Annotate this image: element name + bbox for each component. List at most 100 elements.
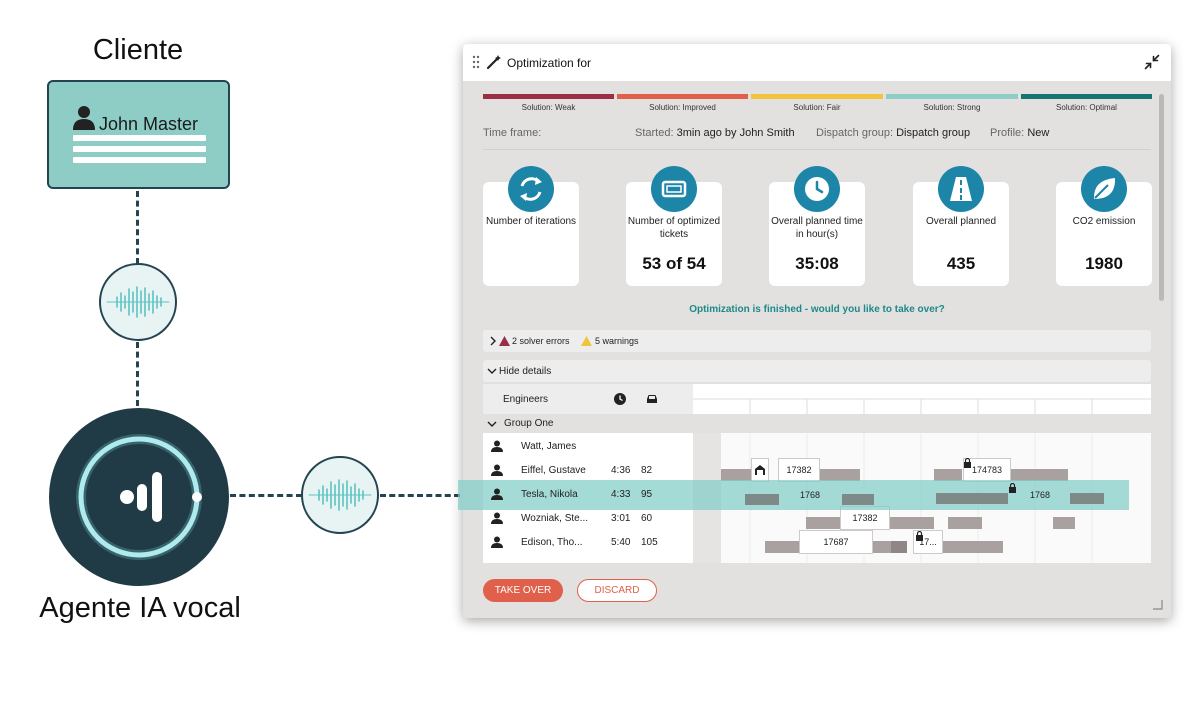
gantt-ticket[interactable]: 17382 (778, 458, 820, 482)
engineer-name: Edison, Tho... (521, 537, 583, 548)
gantt-bar[interactable] (842, 494, 874, 505)
time-frame-label: Time frame: (483, 127, 542, 139)
gantt-bar[interactable] (1070, 493, 1104, 504)
car-icon[interactable] (645, 393, 659, 405)
person-icon (491, 440, 503, 452)
group-name: Group One (504, 418, 554, 429)
gantt-grid (693, 398, 1151, 414)
gantt-bar[interactable] (765, 541, 799, 553)
kpi-label: Overall planned (925, 216, 997, 227)
audio-wave-bubble (301, 456, 379, 534)
kpi-value: 35:08 (795, 254, 839, 273)
discard-button[interactable]: DISCARD (577, 579, 657, 602)
hide-details-toggle[interactable]: Hide details (483, 360, 1151, 382)
engineer-name: Watt, James (521, 441, 577, 452)
engineer-row-selected[interactable]: Tesla, Nikola 4:33 95 1768 1768 (458, 480, 1129, 510)
agent-label: Agente IA vocal (39, 592, 241, 624)
person-icon (73, 106, 95, 130)
chevron-right-icon[interactable] (489, 336, 497, 346)
voice-agent-icon (76, 434, 202, 560)
engineer-time: 3:01 (611, 513, 631, 524)
magic-wand-icon (486, 55, 501, 70)
started-info: Started: 3min ago by John Smith (635, 127, 795, 139)
clock-icon[interactable] (614, 393, 626, 405)
solution-label: Solution: Strong (923, 103, 981, 112)
card-line (73, 146, 206, 152)
gantt-ticket[interactable]: 1768 (1008, 484, 1072, 506)
chevron-down-icon (487, 421, 497, 427)
drag-handle-icon[interactable] (472, 55, 480, 69)
solution-label: Solution: Improved (649, 103, 716, 112)
solution-optimal-bar (1021, 94, 1152, 99)
engineer-count: 95 (641, 489, 653, 500)
solution-improved-bar (617, 94, 748, 99)
window-titlebar: Optimization for (463, 44, 1171, 81)
solution-label: Solution: Fair (793, 103, 841, 112)
kpi-label: CO2 emission (1072, 216, 1136, 227)
solution-fair-bar (751, 94, 883, 99)
engineer-time: 4:36 (611, 465, 631, 476)
window-title: Optimization for (507, 56, 592, 70)
gantt-ticket[interactable]: 1768 (779, 484, 841, 506)
warnings: 5 warnings (595, 336, 639, 346)
lock-icon (1009, 483, 1016, 493)
client-title: Cliente (92, 34, 184, 66)
client-card: John Master (47, 80, 230, 189)
gantt-bar[interactable] (1053, 517, 1075, 529)
solution-strong-bar (886, 94, 1018, 99)
person-icon (491, 464, 503, 476)
solution-weak-bar (483, 94, 614, 99)
gantt-bar[interactable] (745, 494, 779, 505)
gantt-bar[interactable] (948, 517, 982, 529)
engineer-row[interactable]: Watt, James (483, 434, 693, 458)
started-value: 3min ago by John Smith (676, 127, 795, 139)
kpi-value: 1980 (1085, 254, 1123, 273)
audio-wave-icon (106, 286, 170, 318)
audio-wave-bubble (99, 263, 177, 341)
collapse-icon[interactable] (1144, 54, 1160, 70)
engineers-header-label: Engineers (503, 394, 549, 405)
leaf-icon (1081, 166, 1127, 212)
errors-row[interactable]: 2 solver errors 5 warnings (483, 330, 1151, 352)
started-label: Started: (635, 127, 674, 139)
divider (483, 149, 1151, 150)
gantt-bar[interactable] (943, 541, 1003, 553)
gantt-ticket[interactable]: 17687 (799, 530, 873, 554)
connector-line (136, 191, 139, 264)
client-name: John Master (99, 114, 199, 134)
person-icon (491, 488, 503, 500)
resize-handle-icon[interactable] (1153, 600, 1163, 610)
optimization-window: Optimization for Solution: Weak Solution… (463, 44, 1171, 618)
gantt-header (693, 384, 1151, 414)
gantt-bar[interactable] (891, 541, 907, 553)
gantt-bar[interactable] (890, 517, 934, 529)
gantt-bar[interactable] (936, 493, 1008, 504)
take-over-button[interactable]: TAKE OVER (483, 579, 563, 602)
profile-value: New (1027, 127, 1050, 139)
engineer-row[interactable]: Eiffel, Gustave 4:36 82 (483, 458, 693, 482)
engineer-name: Eiffel, Gustave (521, 465, 586, 476)
engineers-header: Engineers (483, 384, 693, 414)
connector-line (380, 494, 460, 497)
kpi-label: Number of iterations (485, 216, 577, 227)
finished-message: Optimization is finished - would you lik… (689, 304, 945, 315)
person-icon (491, 536, 503, 548)
error-icon (499, 336, 510, 346)
dispatch-value: Dispatch group (896, 127, 971, 139)
engineer-row[interactable]: Edison, Tho... 5:40 105 (483, 530, 693, 554)
profile-label: Profile: (990, 127, 1025, 139)
gantt-ticket[interactable] (751, 458, 769, 482)
person-icon (491, 512, 503, 524)
group-row[interactable]: Group One (483, 415, 1151, 433)
dispatch-info: Dispatch group: Dispatch group (816, 127, 970, 139)
voice-agent-logo (49, 408, 229, 586)
chevron-down-icon (487, 368, 497, 374)
kpi-value: 435 (946, 254, 976, 273)
kpi-value: 53 of 54 (642, 254, 706, 273)
scrollbar[interactable] (1159, 94, 1164, 301)
card-line (73, 157, 206, 163)
hide-details-label: Hide details (499, 366, 552, 377)
gantt-bar[interactable] (806, 517, 840, 529)
profile-info: Profile: New (990, 127, 1049, 139)
engineer-time: 4:33 (611, 489, 631, 500)
